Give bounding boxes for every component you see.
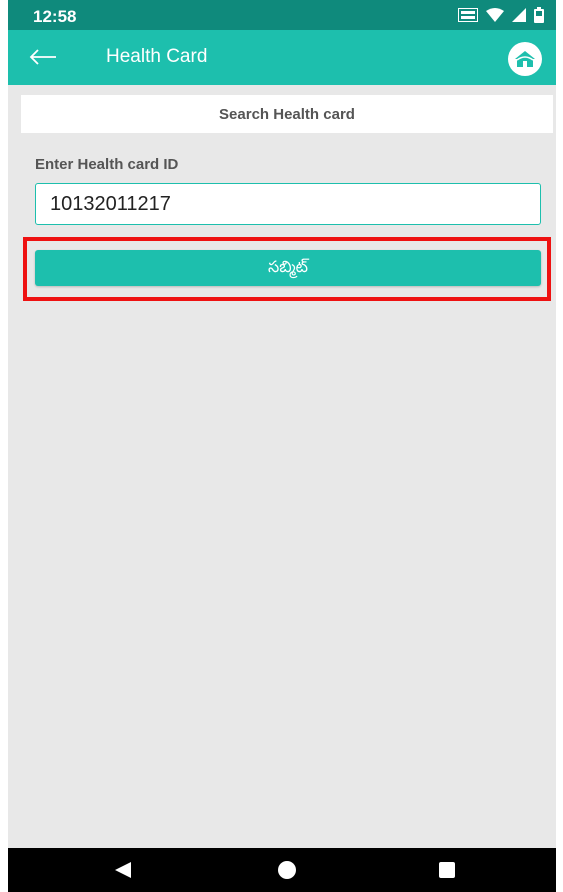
status-icons: [458, 7, 544, 28]
nav-home-button[interactable]: [272, 856, 302, 884]
home-icon: [515, 51, 535, 67]
system-nav-bar: [8, 848, 556, 892]
wifi-icon: [486, 8, 504, 27]
signal-icon: [512, 8, 526, 27]
back-triangle-icon: [115, 862, 131, 878]
search-section-header: Search Health card: [21, 95, 553, 133]
home-circle-icon: [278, 861, 296, 879]
battery-icon: [534, 7, 544, 28]
status-bar: 12:58: [8, 0, 556, 30]
back-button[interactable]: [26, 42, 60, 72]
recents-square-icon: [439, 862, 455, 878]
submit-button[interactable]: సబ్మిట్: [35, 250, 541, 286]
status-time: 12:58: [33, 7, 77, 26]
nav-back-button[interactable]: [108, 856, 138, 884]
app-screen: 12:58 Health Card Search Health card Ent…: [8, 0, 556, 892]
nav-recents-button[interactable]: [432, 856, 462, 884]
health-card-id-input[interactable]: [35, 183, 541, 225]
home-button[interactable]: [508, 42, 542, 76]
page-title: Health Card: [106, 46, 208, 67]
health-card-id-label: Enter Health card ID: [35, 156, 179, 173]
volte-icon: [458, 8, 478, 27]
app-bar: Health Card: [8, 30, 556, 85]
back-arrow-icon: [29, 49, 56, 65]
